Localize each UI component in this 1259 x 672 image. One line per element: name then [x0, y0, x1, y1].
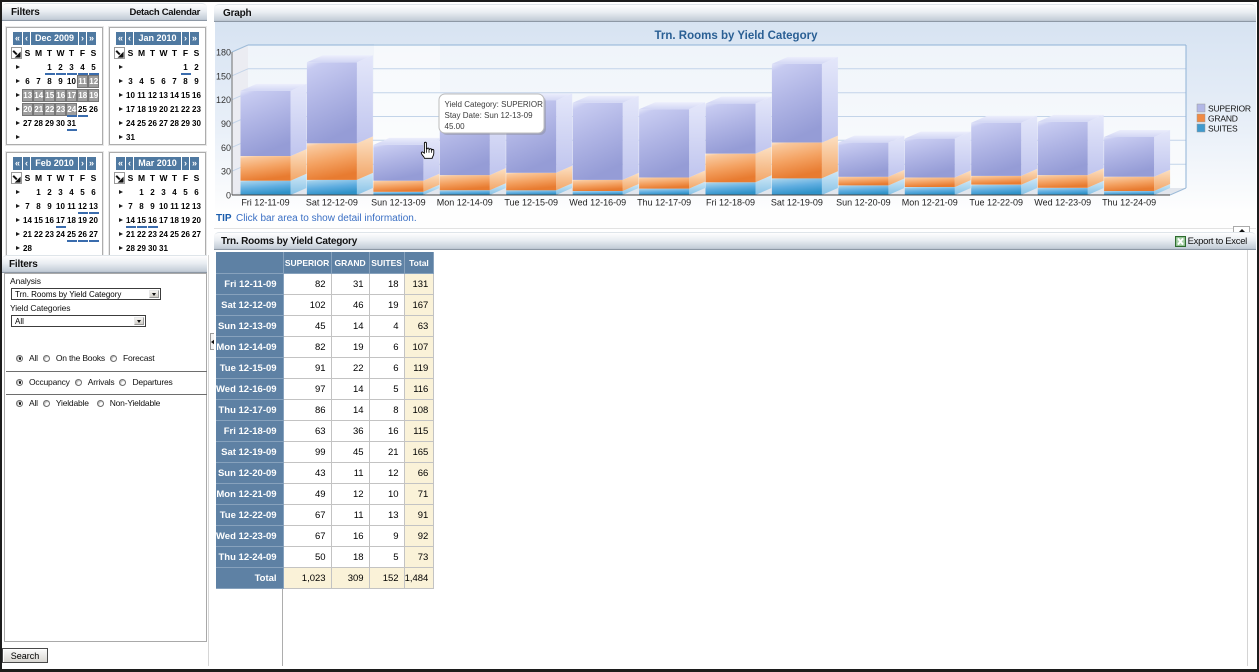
svg-text:Sun 12-13-09: Sun 12-13-09: [371, 198, 426, 208]
svg-text:Click bar area to show detail: Click bar area to show detail informatio…: [236, 213, 417, 224]
svg-text:Yield Category: SUPERIOR: Yield Category: SUPERIOR: [445, 100, 544, 109]
svg-text:60: 60: [221, 143, 231, 153]
svg-text:Sat 12-12-09: Sat 12-12-09: [306, 198, 358, 208]
svg-text:Sun 12-20-09: Sun 12-20-09: [836, 198, 891, 208]
svg-text:Wed 12-16-09: Wed 12-16-09: [569, 198, 626, 208]
svg-text:SUPERIOR: SUPERIOR: [1208, 104, 1251, 114]
svg-text:30: 30: [221, 167, 231, 177]
svg-text:GRAND: GRAND: [1208, 114, 1238, 124]
svg-text:SUITES: SUITES: [1208, 124, 1238, 134]
svg-text:45.00: 45.00: [445, 122, 466, 131]
svg-text:180: 180: [216, 48, 231, 58]
svg-text:Thu 12-17-09: Thu 12-17-09: [637, 198, 691, 208]
svg-text:TIP: TIP: [216, 213, 232, 224]
svg-text:Tue 12-22-09: Tue 12-22-09: [969, 198, 1023, 208]
svg-text:Stay Date: Sun 12-13-09: Stay Date: Sun 12-13-09: [445, 111, 534, 120]
svg-text:Fri 12-18-09: Fri 12-18-09: [706, 198, 755, 208]
svg-text:Mon 12-21-09: Mon 12-21-09: [902, 198, 958, 208]
svg-text:Fri 12-11-09: Fri 12-11-09: [241, 198, 289, 208]
svg-text:Thu 12-24-09: Thu 12-24-09: [1102, 198, 1156, 208]
svg-text:Wed 12-23-09: Wed 12-23-09: [1034, 198, 1091, 208]
svg-text:120: 120: [216, 95, 231, 105]
svg-text:Tue 12-15-09: Tue 12-15-09: [504, 198, 558, 208]
svg-text:Trn. Rooms by Yield Category: Trn. Rooms by Yield Category: [655, 30, 819, 42]
svg-text:0: 0: [226, 191, 231, 201]
svg-text:Sat 12-19-09: Sat 12-19-09: [771, 198, 823, 208]
svg-text:90: 90: [221, 119, 231, 129]
svg-text:150: 150: [216, 71, 231, 81]
svg-text:Mon 12-14-09: Mon 12-14-09: [437, 198, 493, 208]
